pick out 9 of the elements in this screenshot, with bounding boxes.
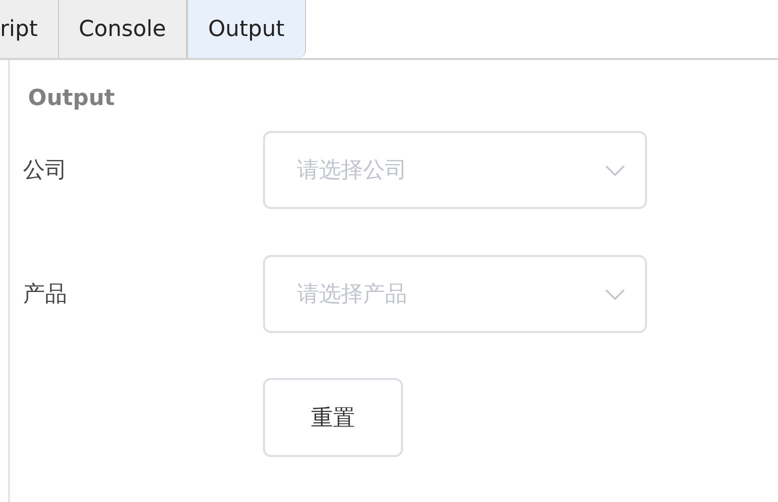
- reset-button[interactable]: 重置: [263, 378, 403, 457]
- panel-title: Output: [28, 86, 115, 111]
- field-label: 公司: [23, 157, 68, 185]
- field-label: 产品: [23, 281, 68, 309]
- chevron-down-icon: [605, 288, 625, 300]
- tab[interactable]: Output: [187, 0, 306, 58]
- chevron-down-icon: [605, 164, 625, 176]
- tab[interactable]: Console: [58, 0, 188, 58]
- tab[interactable]: ript: [0, 0, 59, 58]
